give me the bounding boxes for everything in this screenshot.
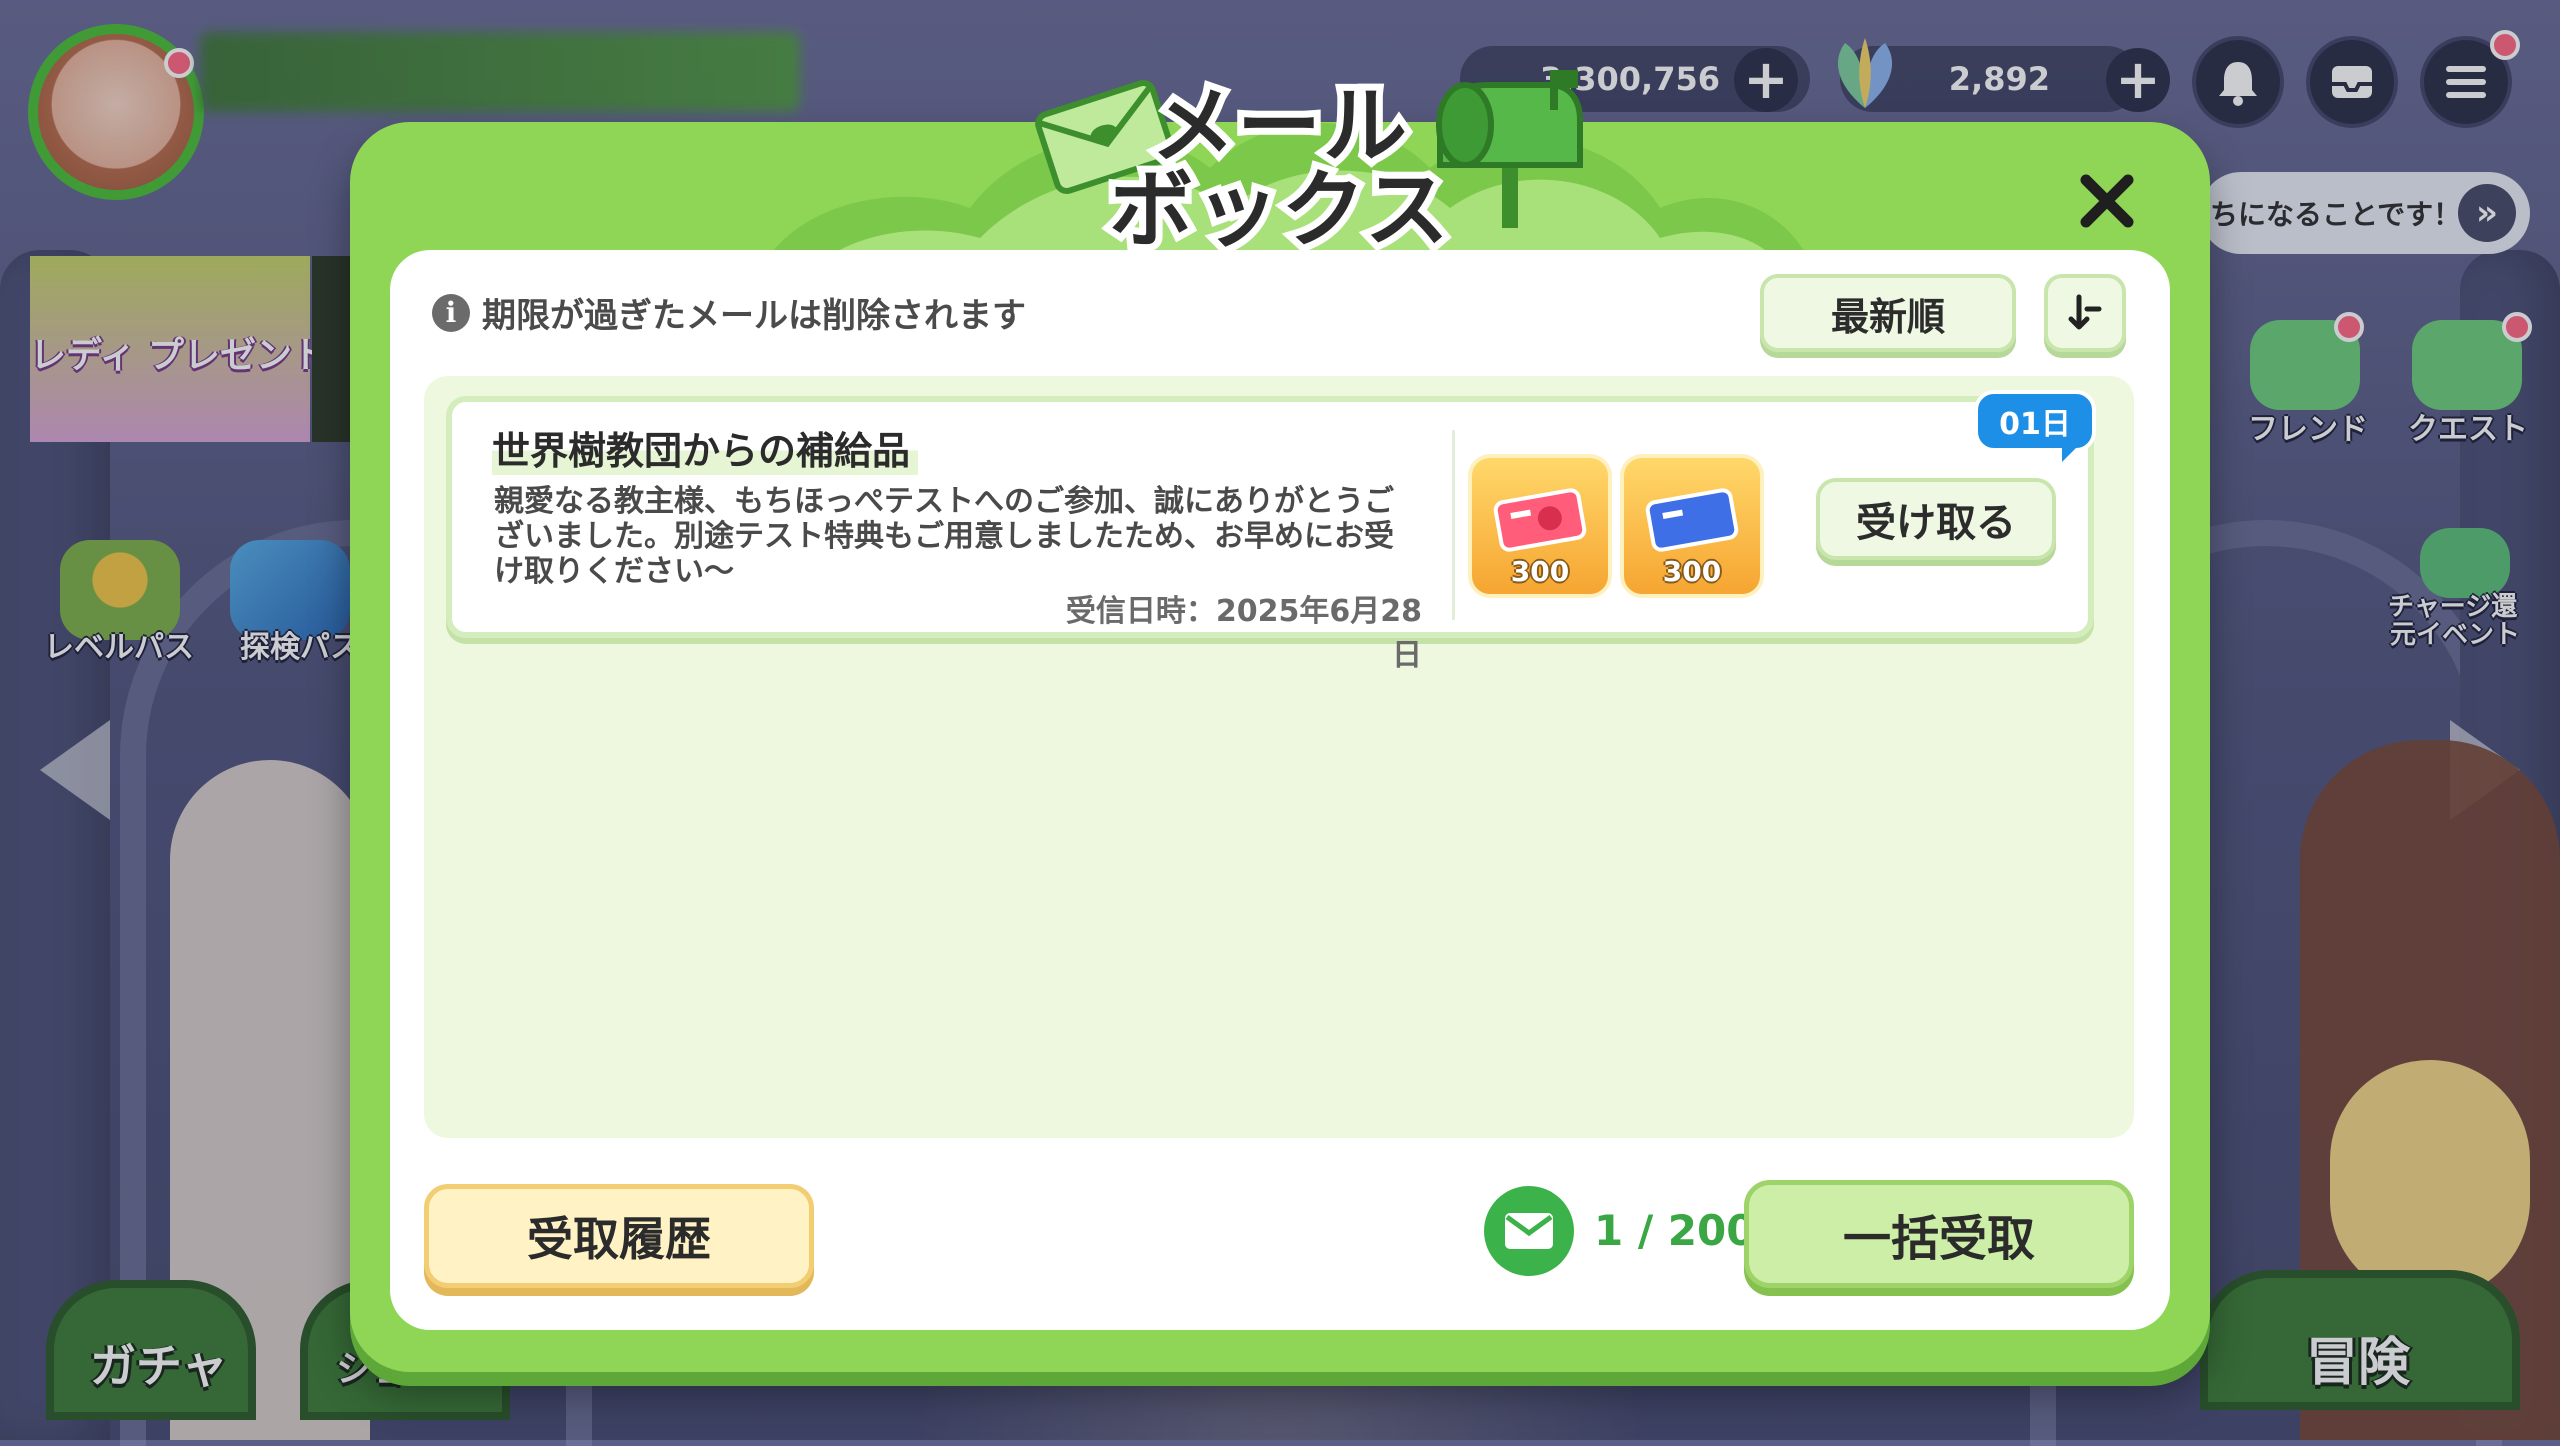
reward-count: 300	[1662, 555, 1722, 588]
reward-count: 300	[1510, 555, 1570, 588]
sort-order-button[interactable]: 最新順	[1760, 274, 2016, 352]
mailbox-title-line1: メール	[1144, 77, 1414, 175]
sort-direction-button[interactable]	[2044, 274, 2126, 352]
close-button[interactable]	[2062, 156, 2152, 246]
mail-list[interactable]: 世界樹教団からの補給品 親愛なる教主様、もちほっぺテストへのご参加、誠にありがと…	[424, 376, 2134, 1138]
days-remaining-text: 01日	[1999, 407, 2071, 442]
mailbox-title-line2: ボックス	[1102, 161, 1455, 259]
mail-title: 世界樹教団からの補給品	[492, 420, 919, 475]
sort-order-label: 最新順	[1830, 294, 1945, 339]
mailbox-modal: メール ボックス i 期限が過ぎたメールは削除されます 最新順 世界樹教団からの…	[350, 70, 2210, 1372]
mail-count-icon	[1484, 1186, 1574, 1276]
mail-count: 1 / 200	[1594, 1206, 1756, 1255]
mailbox-content-panel: i 期限が過ぎたメールは削除されます 最新順 世界樹教団からの補給品 親愛なる教…	[390, 250, 2170, 1330]
info-icon: i	[432, 293, 470, 332]
red-ticket-icon	[1493, 488, 1587, 552]
mail-item[interactable]: 世界樹教団からの補給品 親愛なる教主様、もちほっぺテストへのご参加、誠にありがと…	[446, 390, 2096, 673]
receive-history-button[interactable]: 受取履歴	[424, 1184, 814, 1288]
mail-body: 親愛なる教主様、もちほっぺテストへのご参加、誠にありがとうございました。別途テス…	[494, 484, 1394, 589]
badge-tail	[2062, 444, 2080, 462]
blue-ticket-icon	[1645, 488, 1739, 552]
receive-button[interactable]: 受け取る	[1816, 478, 2056, 560]
receive-button-label: 受け取る	[1856, 500, 2016, 546]
claim-all-button[interactable]: 一括受取	[1744, 1180, 2134, 1288]
mailbox-title: メール ボックス	[1070, 77, 1490, 259]
sort-direction-icon	[2068, 294, 2102, 330]
reward-item[interactable]: 300	[1468, 454, 1612, 598]
reward-item[interactable]: 300	[1620, 454, 1764, 598]
days-remaining-badge: 01日	[1974, 390, 2096, 452]
expiry-notice-text: 期限が過ぎたメールは削除されます	[482, 296, 1026, 336]
close-icon	[2080, 174, 2134, 228]
envelope-icon	[1505, 1213, 1553, 1249]
claim-all-label: 一括受取	[1842, 1211, 2035, 1267]
mail-received-date: 受信日時：2025年6月28日	[1065, 594, 1422, 673]
expiry-notice: i 期限が過ぎたメールは削除されます	[432, 288, 1026, 337]
mail-divider	[1452, 430, 1455, 620]
receive-history-label: 受取履歴	[527, 1212, 711, 1266]
